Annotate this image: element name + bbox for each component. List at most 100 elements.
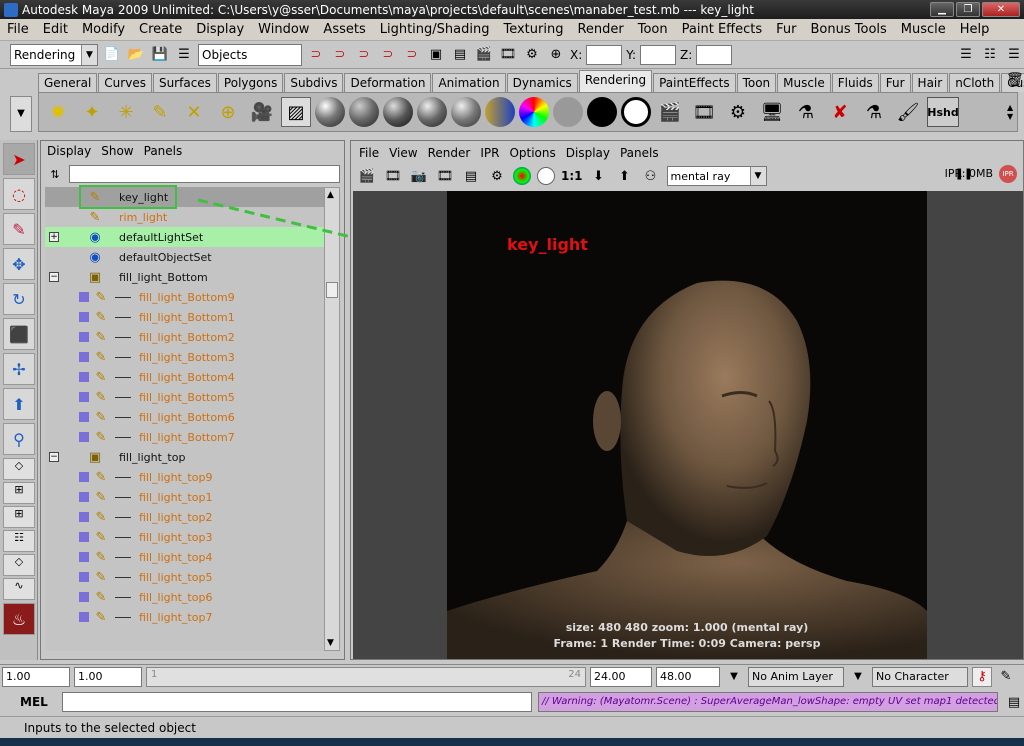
open-scene-icon[interactable]: 📂 bbox=[126, 45, 146, 65]
menu-create[interactable]: Create bbox=[132, 22, 189, 37]
menu-texturing[interactable]: Texturing bbox=[496, 22, 570, 37]
playback-start-field[interactable]: 1.00 bbox=[74, 666, 142, 687]
shelf-tab-deformation[interactable]: Deformation bbox=[344, 73, 432, 92]
render-current-frame-icon[interactable]: 🎬 bbox=[655, 97, 685, 127]
shelf-tab-curves[interactable]: Curves bbox=[98, 73, 152, 92]
phong-sphere-icon[interactable] bbox=[383, 97, 413, 127]
collapse-icon[interactable]: − bbox=[49, 452, 59, 462]
outliner-item[interactable]: ✎ fill_light_Bottom3 bbox=[45, 347, 325, 367]
shelf-tab-toon[interactable]: Toon bbox=[736, 73, 777, 92]
command-input[interactable] bbox=[61, 692, 532, 712]
outliner-item[interactable]: ✎ fill_light_Bottom6 bbox=[45, 407, 325, 427]
magnet-icon[interactable]: ⊃ bbox=[330, 45, 350, 65]
tool-settings-icon[interactable]: ☰ bbox=[1004, 45, 1024, 65]
menu-muscle[interactable]: Muscle bbox=[894, 22, 953, 37]
menu-render[interactable]: Render bbox=[570, 22, 630, 37]
rv-menu-options[interactable]: Options bbox=[509, 146, 555, 160]
channel-box-icon[interactable]: ☰ bbox=[956, 45, 976, 65]
selection-mode-icon[interactable]: ☰ bbox=[174, 45, 194, 65]
soft-modification-icon[interactable]: ⬆ bbox=[3, 388, 35, 420]
magnet-icon[interactable]: ⊃ bbox=[306, 45, 326, 65]
auto-key-icon[interactable]: ⚷ bbox=[972, 666, 992, 687]
show-manipulator-icon[interactable]: ⚲ bbox=[3, 423, 35, 455]
script-editor-icon[interactable]: ▤ bbox=[1004, 692, 1024, 712]
real-size-button[interactable]: 1:1 bbox=[561, 169, 583, 183]
render-settings-icon[interactable]: ⚙ bbox=[723, 97, 753, 127]
input-mode-icon[interactable]: ⊕ bbox=[546, 45, 566, 65]
selection-mask-field[interactable]: Objects bbox=[198, 43, 302, 66]
rv-menu-view[interactable]: View bbox=[389, 146, 417, 160]
ipr-icon[interactable]: 🎞 bbox=[435, 166, 455, 186]
animation-preferences-icon[interactable]: ✎ bbox=[996, 667, 1016, 687]
render-settings-icon[interactable]: ⚙ bbox=[487, 166, 507, 186]
shelf-tab-hair[interactable]: Hair bbox=[911, 73, 949, 92]
x-field[interactable] bbox=[586, 44, 623, 65]
volume-light-icon[interactable]: ⊕ bbox=[213, 97, 243, 127]
shelf-scroll-arrows[interactable]: ▲ ▼ bbox=[1007, 103, 1017, 121]
shelf-tab-ncloth[interactable]: nCloth bbox=[949, 73, 1001, 92]
rv-menu-render[interactable]: Render bbox=[428, 146, 471, 160]
four-pane-layout-icon[interactable]: ⊞ bbox=[3, 482, 35, 504]
outliner-item[interactable]: ✎ fill_light_top4 bbox=[45, 547, 325, 567]
rotate-tool-icon[interactable]: ↻ bbox=[3, 283, 35, 315]
menu-display[interactable]: Display bbox=[189, 22, 251, 37]
filter-toggle-icon[interactable]: ⇅ bbox=[45, 164, 65, 184]
refresh-ipr-icon[interactable]: ▤ bbox=[461, 166, 481, 186]
break-light-links-icon[interactable]: ✘ bbox=[825, 97, 855, 127]
shading-map-sphere-icon[interactable] bbox=[621, 97, 651, 127]
rv-menu-file[interactable]: File bbox=[359, 146, 379, 160]
menu-bonus-tools[interactable]: Bonus Tools bbox=[804, 22, 894, 37]
outliner-item[interactable]: − ▣ fill_light_top bbox=[45, 447, 325, 467]
outliner-item[interactable]: ✎ fill_light_top6 bbox=[45, 587, 325, 607]
shelf-tab-subdivs[interactable]: Subdivs bbox=[284, 73, 344, 92]
sun-light-icon[interactable]: ✹ bbox=[43, 97, 73, 127]
menu-modify[interactable]: Modify bbox=[75, 22, 132, 37]
outliner-menu-panels[interactable]: Panels bbox=[144, 144, 183, 158]
outliner-scrollbar[interactable]: ▲ ▼ bbox=[324, 187, 340, 651]
history-icon[interactable]: ▣ bbox=[426, 45, 446, 65]
y-field[interactable] bbox=[640, 44, 677, 65]
playback-end-field[interactable]: 24.00 bbox=[590, 666, 652, 687]
spot-light-icon[interactable]: ✎ bbox=[145, 97, 175, 127]
trash-icon[interactable]: 🗑 bbox=[1006, 72, 1024, 88]
move-tool-icon[interactable]: ✥ bbox=[3, 248, 35, 280]
scroll-thumb[interactable] bbox=[326, 282, 338, 298]
redo-render-icon[interactable]: 🎬 bbox=[357, 166, 377, 186]
minimize-button[interactable]: ▁ bbox=[930, 2, 954, 17]
menu-edit[interactable]: Edit bbox=[36, 22, 75, 37]
menu-assets[interactable]: Assets bbox=[316, 22, 372, 37]
ipr-render-icon[interactable]: 🎞 bbox=[689, 97, 719, 127]
maximize-button[interactable]: ❐ bbox=[956, 2, 980, 17]
shelf-menu-button[interactable]: ▼ bbox=[10, 96, 32, 132]
start-time-field[interactable]: 1.00 bbox=[2, 666, 70, 687]
menu-file[interactable]: File bbox=[0, 22, 36, 37]
rv-menu-ipr[interactable]: IPR bbox=[480, 146, 499, 160]
rgb-channels-icon[interactable] bbox=[513, 167, 531, 185]
light-linking-icon[interactable]: ⚗ bbox=[791, 97, 821, 127]
area-light-icon[interactable]: ✕ bbox=[179, 97, 209, 127]
outliner-item[interactable]: ✎ fill_light_top9 bbox=[45, 467, 325, 487]
outliner-item[interactable]: − ▣ fill_light_Bottom bbox=[45, 267, 325, 287]
hypershade-button[interactable]: Hshd bbox=[927, 97, 959, 127]
render-region-icon[interactable]: 🎞 bbox=[383, 166, 403, 186]
outliner-item[interactable]: ✎ fill_light_top1 bbox=[45, 487, 325, 507]
lasso-tool-icon[interactable]: ◌ bbox=[3, 178, 35, 210]
magnet-icon[interactable]: ⊃ bbox=[402, 45, 422, 65]
graph-layout-icon[interactable]: ◇ bbox=[3, 554, 35, 576]
point-light-icon[interactable]: ✳ bbox=[111, 97, 141, 127]
rv-menu-display[interactable]: Display bbox=[566, 146, 610, 160]
menu-set-dropdown[interactable]: Rendering ▼ bbox=[10, 43, 98, 66]
select-tool-icon[interactable]: ➤ bbox=[3, 143, 35, 175]
collapse-icon[interactable]: − bbox=[49, 272, 59, 282]
surface-shader-sphere-icon[interactable] bbox=[553, 97, 583, 127]
menu-toon[interactable]: Toon bbox=[631, 22, 675, 37]
render-settings-icon[interactable]: ⚙ bbox=[522, 45, 542, 65]
alpha-channel-icon[interactable] bbox=[537, 167, 555, 185]
ramp-shader-sphere-icon[interactable] bbox=[519, 97, 549, 127]
outliner-item[interactable]: ✎ fill_light_top2 bbox=[45, 507, 325, 527]
four-pane-layout-icon-2[interactable]: ⊞ bbox=[3, 506, 35, 528]
render-frame-icon[interactable]: 🎬 bbox=[474, 45, 494, 65]
shelf-tab-surfaces[interactable]: Surfaces bbox=[152, 73, 217, 92]
mel-label[interactable]: MEL bbox=[20, 695, 56, 709]
outliner-item[interactable]: ✎ fill_light_top3 bbox=[45, 527, 325, 547]
